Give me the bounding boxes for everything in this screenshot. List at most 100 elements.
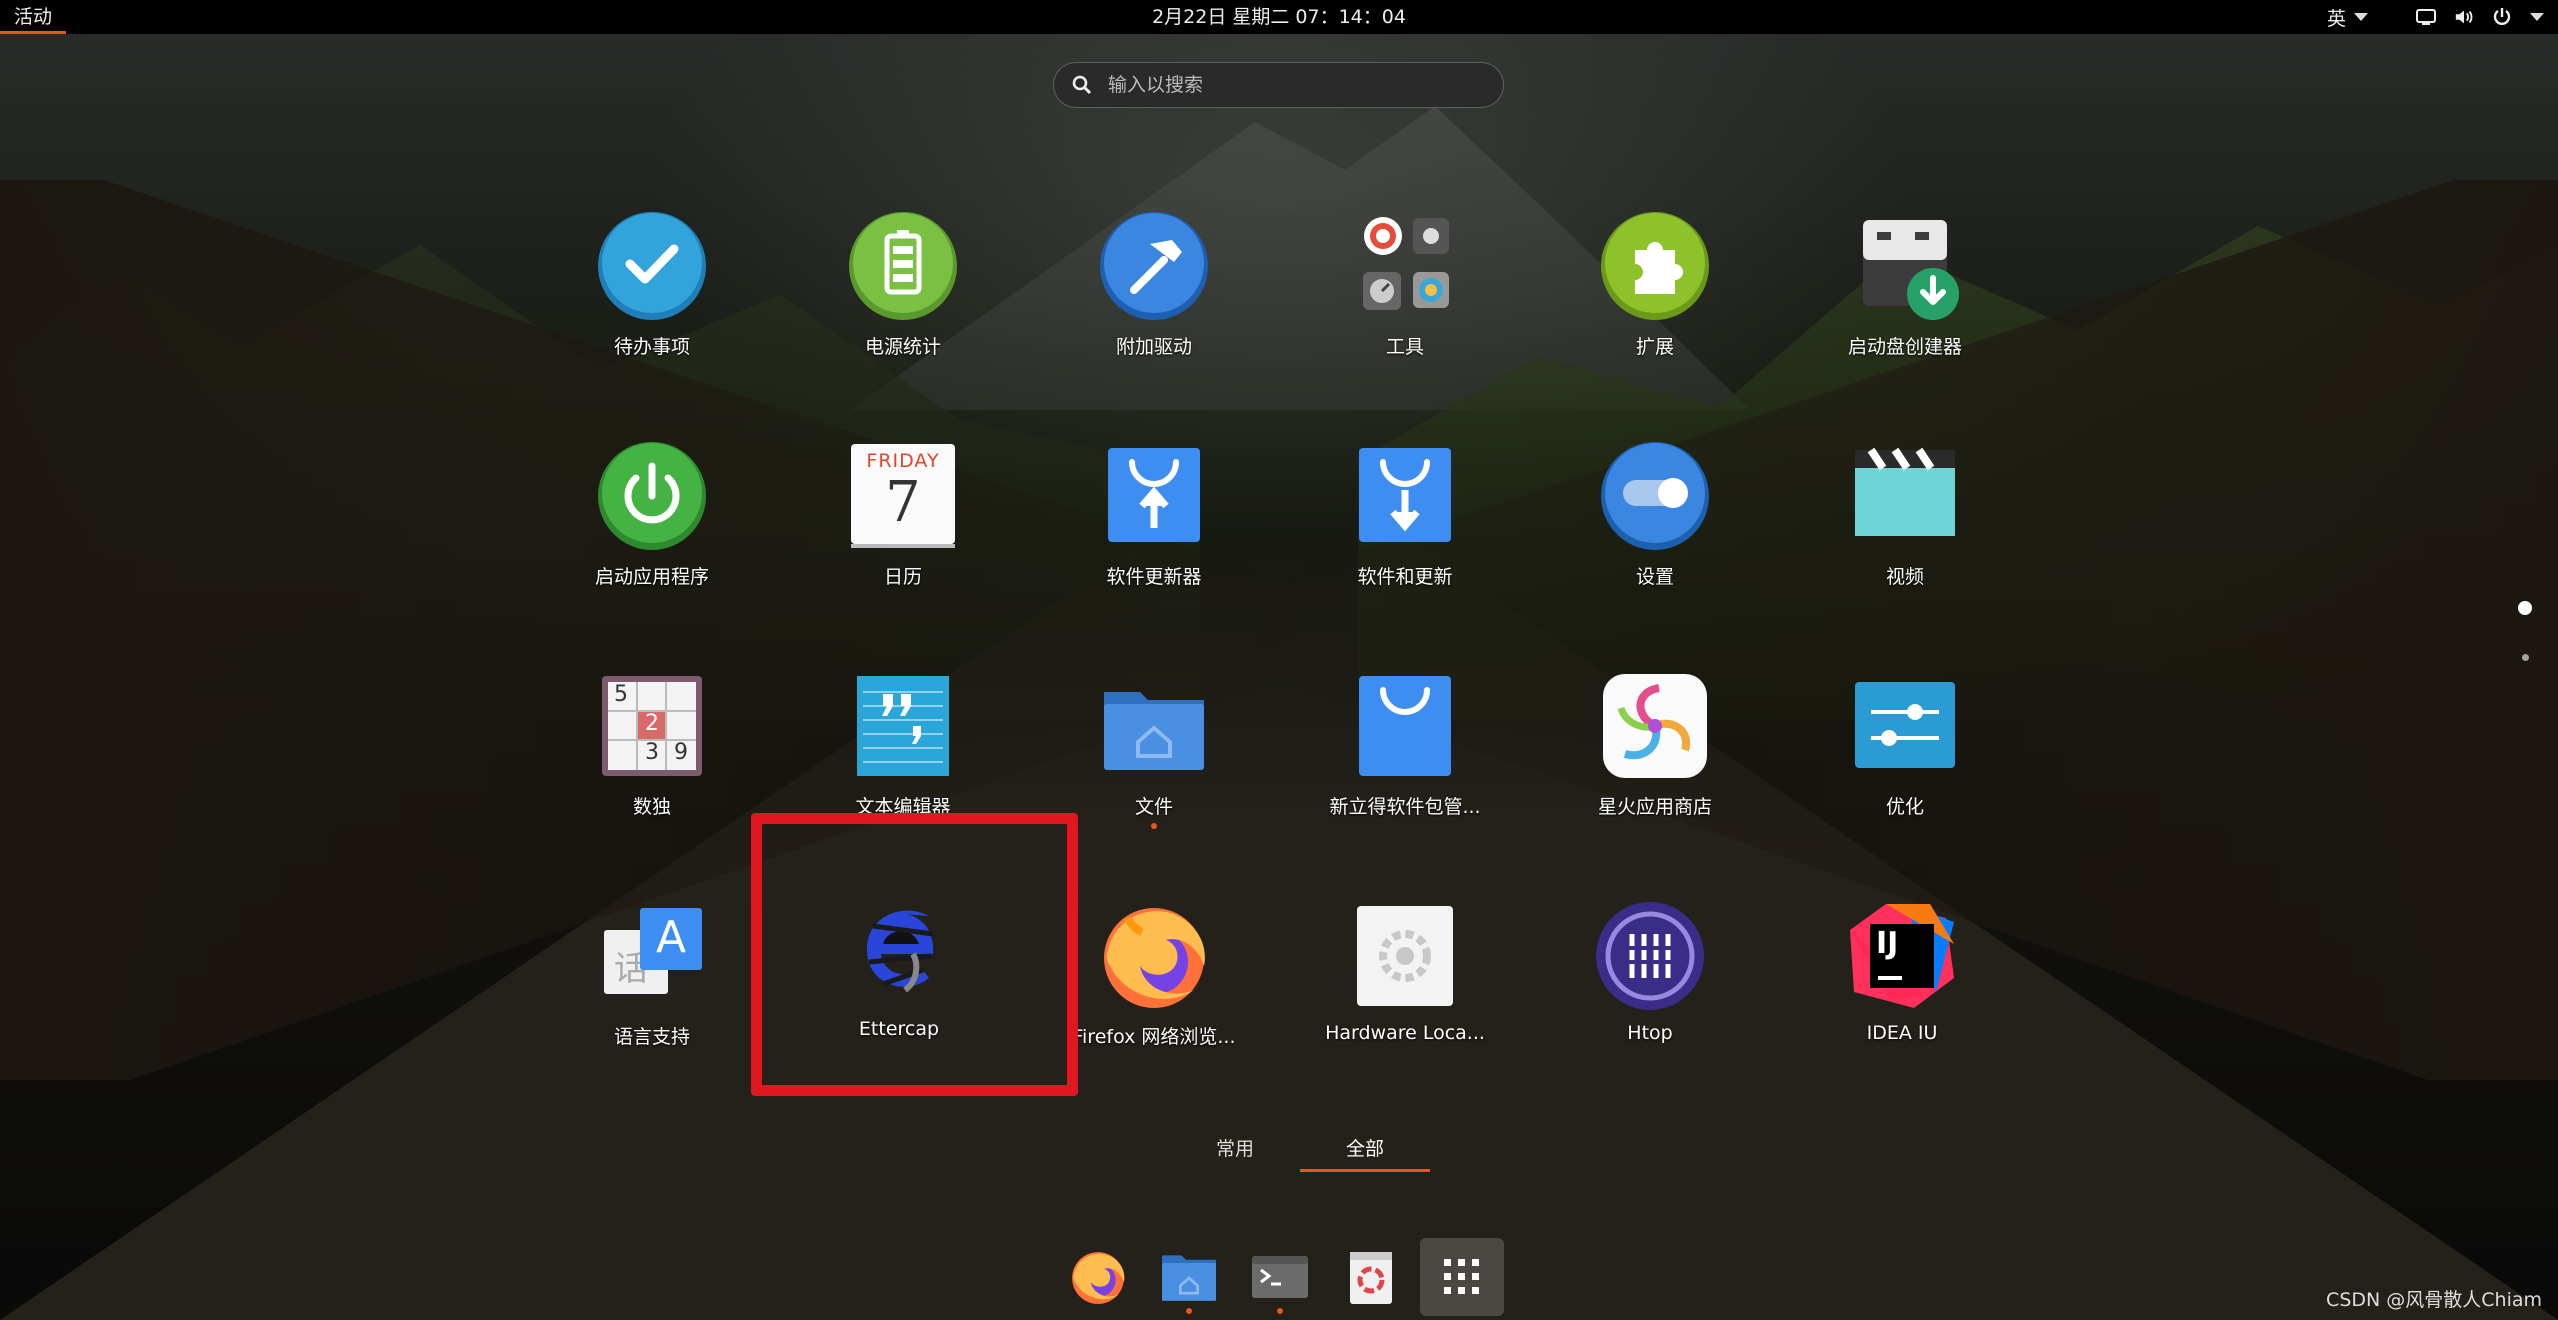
app-intellij-idea[interactable]: IJ IDEA IU <box>1787 900 2017 1044</box>
clock-text[interactable]: 2月22日 星期二 07：14：04 <box>1152 6 1406 28</box>
app-calendar[interactable]: FRIDAY 7 日历 <box>788 440 1018 589</box>
running-indicator <box>1151 823 1157 829</box>
app-label: 新立得软件包管... <box>1329 796 1481 818</box>
app-synaptic[interactable]: 新立得软件包管... <box>1290 670 1520 819</box>
app-settings[interactable]: 设置 <box>1540 440 1770 589</box>
top-bar: 活动 2月22日 星期二 07：14：04 英 <box>0 0 2558 34</box>
app-startup-applications[interactable]: 启动应用程序 <box>537 440 767 589</box>
tab-frequent[interactable]: 常用 <box>1170 1134 1300 1172</box>
dock-firefox[interactable] <box>1052 1234 1143 1320</box>
dock-terminal[interactable] <box>1234 1234 1325 1320</box>
app-label: 附加驱动 <box>1115 336 1192 358</box>
trash-icon <box>1349 1252 1392 1304</box>
app-label: 待办事项 <box>613 336 690 358</box>
screen-icon[interactable] <box>2416 7 2436 27</box>
app-label: 软件和更新 <box>1357 566 1453 588</box>
app-sudoku[interactable]: 5 2 3 9 数独 <box>537 670 767 819</box>
app-videos[interactable]: 视频 <box>1790 440 2020 589</box>
dock-trash[interactable] <box>1325 1234 1416 1320</box>
chevron-down-icon <box>2354 13 2368 21</box>
app-label: 工具 <box>1385 336 1424 358</box>
files-icon <box>1098 670 1210 782</box>
power-icon[interactable] <box>2492 7 2512 27</box>
firefox-icon <box>1098 900 1210 1012</box>
dock <box>1052 1234 1508 1320</box>
activities-button[interactable]: 活动 <box>0 0 67 34</box>
chevron-down-icon[interactable] <box>2530 13 2544 21</box>
app-label: IDEA IU <box>1866 1022 1938 1044</box>
tweaks-icon <box>1849 670 1961 782</box>
videos-icon <box>1849 440 1961 552</box>
sudoku-icon: 5 2 3 9 <box>596 670 708 782</box>
idea-glyph: IJ <box>1876 926 1899 961</box>
app-startup-disk-creator[interactable]: 启动盘创建器 <box>1790 210 2020 359</box>
software-and-updates-icon <box>1349 440 1461 552</box>
app-todo[interactable]: 待办事项 <box>537 210 767 359</box>
app-language-support[interactable]: 话 A 语言支持 <box>537 900 767 1049</box>
clock: 2月22日 星期二 07：14：04 <box>0 0 2558 34</box>
utilities-folder-icon <box>1349 210 1461 322</box>
text-editor-icon <box>847 670 959 782</box>
volume-icon[interactable] <box>2454 7 2474 27</box>
page-indicator-2[interactable] <box>2522 654 2529 661</box>
search-box[interactable] <box>1053 62 1504 108</box>
app-htop[interactable]: Htop <box>1535 900 1765 1044</box>
htop-icon <box>1594 900 1706 1012</box>
app-label: Hardware Loca... <box>1325 1022 1485 1044</box>
app-label: 电源统计 <box>864 336 941 358</box>
intellij-idea-icon: IJ <box>1846 900 1958 1012</box>
sudoku-digit: 2 <box>645 711 659 736</box>
input-method-indicator[interactable]: 英 <box>2327 4 2368 31</box>
language-support-icon: 话 A <box>596 900 708 1012</box>
app-label: 优化 <box>1885 796 1924 818</box>
language-glyph: A <box>655 912 687 963</box>
app-extensions[interactable]: 扩展 <box>1540 210 1770 359</box>
system-tray: 英 <box>2327 0 2544 34</box>
app-utilities-folder[interactable]: 工具 <box>1290 210 1520 359</box>
app-software-updater[interactable]: 软件更新器 <box>1039 440 1269 589</box>
app-label: 视频 <box>1885 566 1924 588</box>
dock-files[interactable] <box>1143 1234 1234 1320</box>
app-files[interactable]: 文件 <box>1039 670 1269 829</box>
app-grid-icon <box>1444 1259 1479 1294</box>
app-hardware-locality[interactable]: Hardware Loca... <box>1290 900 1520 1044</box>
highlight-box <box>751 813 1078 1096</box>
app-label: 启动应用程序 <box>594 566 709 588</box>
tab-all[interactable]: 全部 <box>1300 1134 1430 1172</box>
synaptic-icon <box>1349 670 1461 782</box>
software-updater-icon <box>1098 440 1210 552</box>
extensions-icon <box>1599 210 1711 322</box>
app-grid-tabs: 常用 全部 <box>1170 1134 1430 1172</box>
app-label: 软件更新器 <box>1106 566 1202 588</box>
app-label: 星火应用商店 <box>1597 796 1712 818</box>
page-indicator-1[interactable] <box>2518 601 2532 615</box>
files-icon <box>1161 1255 1216 1301</box>
app-label: 启动盘创建器 <box>1847 336 1962 358</box>
app-software-and-updates[interactable]: 软件和更新 <box>1290 440 1520 589</box>
additional-drivers-icon <box>1098 210 1210 322</box>
running-indicator <box>1276 1308 1283 1314</box>
todo-icon <box>596 210 708 322</box>
app-text-editor[interactable]: 文本编辑器 <box>788 670 1018 819</box>
sudoku-digit: 9 <box>674 740 688 765</box>
app-label: 语言支持 <box>613 1026 690 1048</box>
app-tweaks[interactable]: 优化 <box>1790 670 2020 819</box>
running-indicator <box>1185 1308 1192 1314</box>
app-label: Htop <box>1627 1022 1673 1044</box>
show-applications-button[interactable] <box>1420 1238 1504 1316</box>
power-statistics-icon <box>847 210 959 322</box>
app-label: 设置 <box>1635 566 1674 588</box>
hardware-locality-icon <box>1349 900 1461 1012</box>
calendar-icon: FRIDAY 7 <box>847 440 959 552</box>
search-icon <box>1072 75 1092 95</box>
firefox-icon <box>1071 1252 1124 1304</box>
app-additional-drivers[interactable]: 附加驱动 <box>1039 210 1269 359</box>
startup-disk-creator-icon <box>1849 210 1961 322</box>
app-spark-store[interactable]: 星火应用商店 <box>1540 670 1770 819</box>
startup-applications-icon <box>596 440 708 552</box>
app-power-statistics[interactable]: 电源统计 <box>788 210 1018 359</box>
app-label: 数独 <box>632 796 671 818</box>
search-input[interactable] <box>1106 73 1470 97</box>
calendar-date: 7 <box>885 470 921 535</box>
sudoku-digit: 3 <box>645 740 659 765</box>
